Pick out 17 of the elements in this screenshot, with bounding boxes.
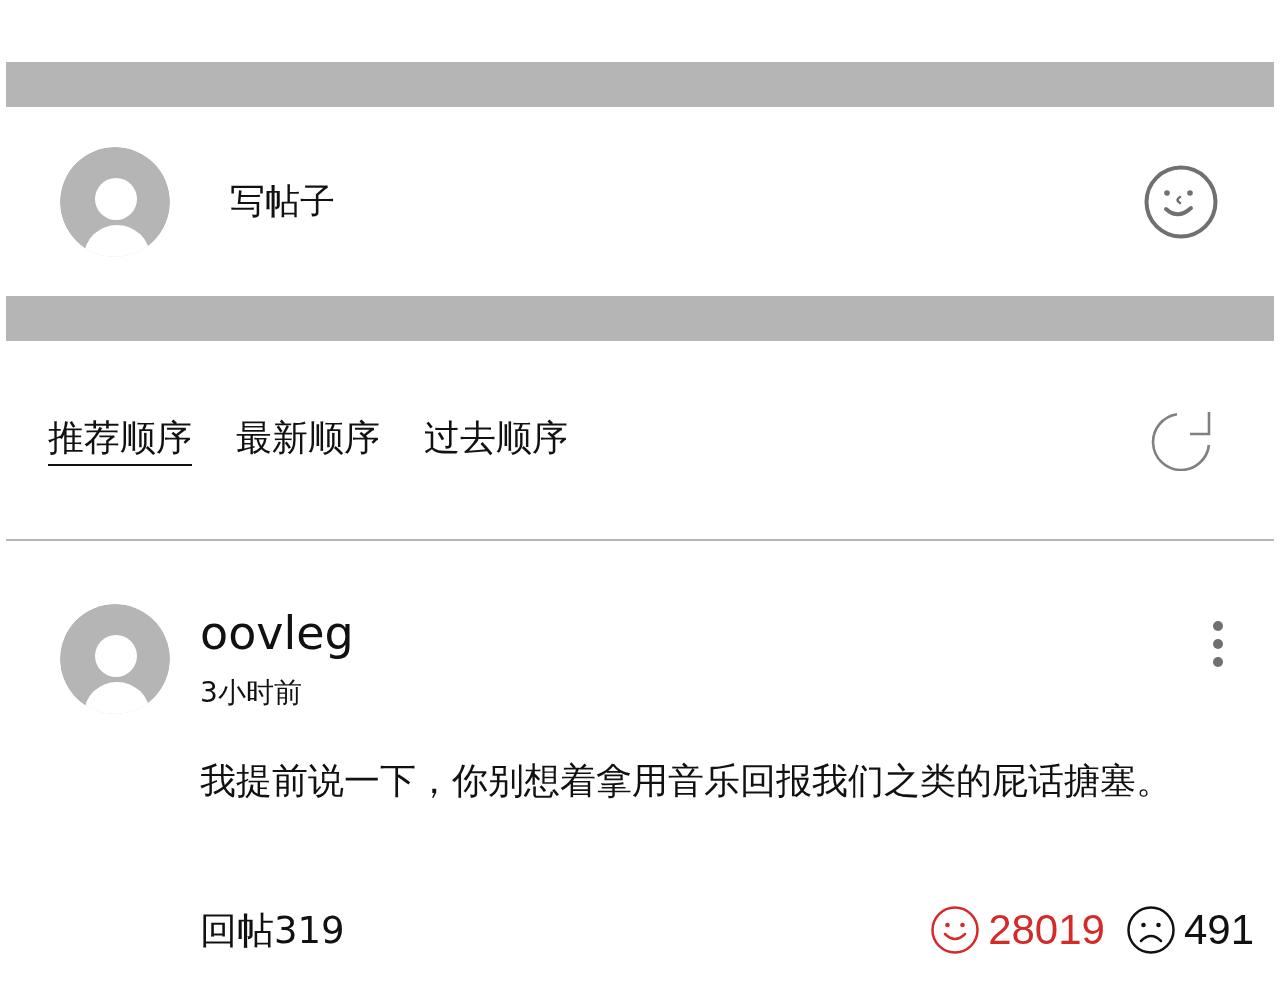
comment-text: 我提前说一下，你别想着拿用音乐回报我们之类的屁话搪塞。	[200, 760, 1172, 801]
sort-tab[interactable]: 最新顺序	[236, 414, 380, 466]
reply-count[interactable]: 回帖319	[200, 911, 345, 949]
write-post-button[interactable]: 写帖子	[230, 184, 335, 219]
smiley-face-icon[interactable]	[1144, 164, 1218, 239]
sad-face-icon	[1126, 906, 1175, 954]
refresh-icon[interactable]	[1150, 409, 1212, 471]
post-time: 3小时前	[200, 676, 303, 710]
dislike-button[interactable]: 491	[1126, 906, 1254, 954]
sort-tab[interactable]: 推荐顺序	[48, 414, 192, 466]
like-button[interactable]: 28019	[931, 906, 1105, 954]
username: oovleg	[200, 606, 354, 660]
sort-tab[interactable]: 过去顺序	[424, 414, 568, 466]
avatar-icon	[60, 604, 170, 714]
avatar-icon	[60, 146, 170, 257]
more-options-icon[interactable]	[1212, 620, 1224, 668]
smiley-face-icon	[931, 906, 980, 954]
